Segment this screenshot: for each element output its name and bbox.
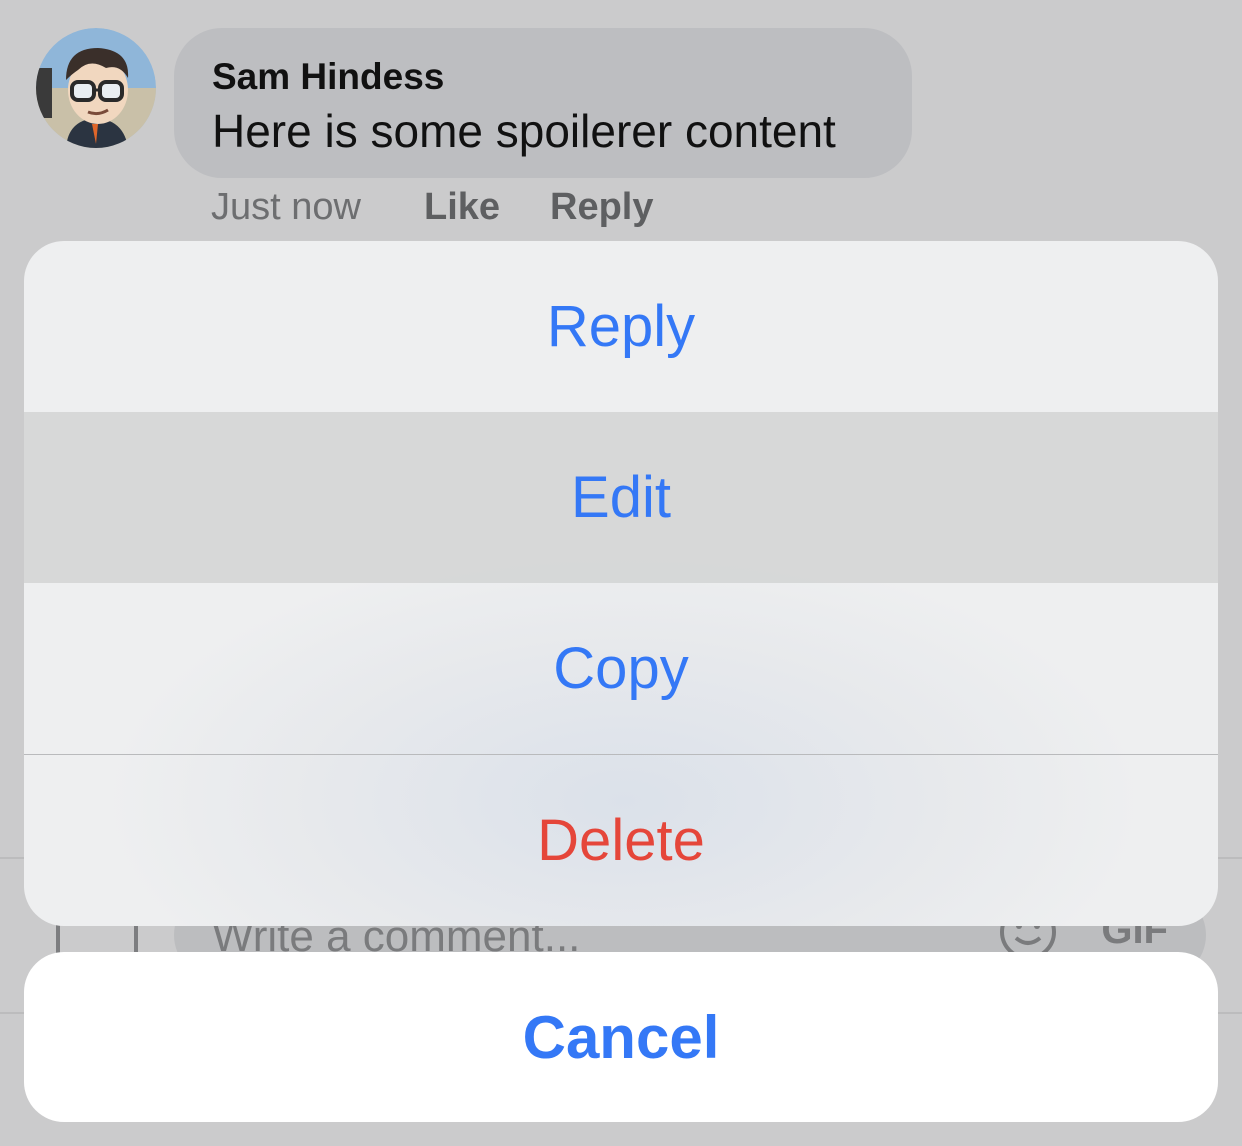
action-reply[interactable]: Reply <box>24 241 1218 412</box>
comment-timestamp: Just now <box>211 186 361 228</box>
action-sheet: Reply Edit Copy Delete <box>24 241 1218 926</box>
like-button[interactable]: Like <box>424 186 500 229</box>
action-copy[interactable]: Copy <box>24 583 1218 754</box>
comment-text: Here is some spoilerer content <box>212 105 836 157</box>
action-edit[interactable]: Edit <box>24 412 1218 583</box>
cancel-button[interactable]: Cancel <box>24 952 1218 1122</box>
reply-button[interactable]: Reply <box>550 186 653 229</box>
comment-bubble[interactable]: Sam Hindess Here is some spoilerer conte… <box>174 28 912 178</box>
action-delete[interactable]: Delete <box>24 755 1218 926</box>
avatar[interactable] <box>36 28 156 148</box>
comment-author[interactable]: Sam Hindess <box>212 56 444 98</box>
